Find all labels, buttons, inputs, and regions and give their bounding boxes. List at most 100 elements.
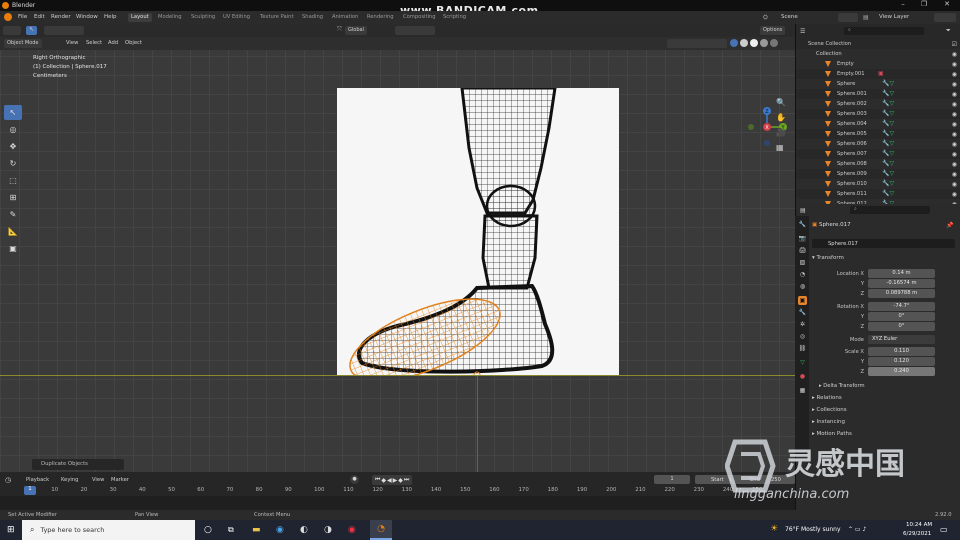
task-view-icon[interactable]: ⧉ (228, 525, 234, 535)
menu-file[interactable]: File (18, 14, 27, 20)
menu-window[interactable]: Window (76, 14, 98, 20)
outliner-search[interactable]: ⌕ (844, 27, 924, 35)
outliner-row[interactable]: Sphere.008 🔧▽ ◉ (796, 159, 960, 169)
tab-scripting[interactable]: Scripting (440, 13, 469, 22)
output-tab-icon[interactable]: 🖨 (798, 246, 807, 255)
visibility-eye-icon[interactable]: ◉ (952, 111, 957, 118)
bandicam-icon[interactable]: ◉ (348, 525, 356, 535)
next-key-icon[interactable]: ◆ (398, 477, 403, 484)
selection-mode-buttons[interactable] (44, 26, 84, 35)
mesh-data-icon[interactable]: 🔧▽ (882, 150, 894, 157)
timeline-body[interactable] (0, 496, 795, 510)
outliner-row[interactable]: Empty ◉ (796, 59, 960, 69)
scene-tab-icon[interactable]: ◔ (798, 270, 807, 279)
location-z-field[interactable]: 0.089788 m (868, 289, 935, 298)
close-button[interactable]: ✕ (937, 0, 957, 8)
select-box-tool-icon[interactable]: ↖ (4, 105, 22, 120)
outliner-scene-collection[interactable]: Scene Collection ☑ (796, 39, 960, 49)
cursor-tool-icon[interactable]: ◎ (4, 122, 22, 137)
visibility-eye-icon[interactable]: ◉ (952, 141, 957, 148)
location-x-field[interactable]: 0.14 m (868, 269, 935, 278)
visibility-eye-icon[interactable]: ◉ (952, 131, 957, 138)
timeline-editor-icon[interactable]: ◷ (5, 476, 11, 484)
modifier-tab-icon[interactable]: 🔧 (798, 308, 807, 317)
outliner-row[interactable]: Sphere.006 🔧▽ ◉ (796, 139, 960, 149)
filter-icon[interactable]: ⏷ (946, 27, 951, 35)
rotate-tool-icon[interactable]: ↻ (4, 156, 22, 171)
maximize-button[interactable]: ❐ (914, 0, 934, 8)
tab-rendering[interactable]: Rendering (364, 13, 397, 22)
properties-search[interactable]: ⌕ (850, 206, 930, 214)
outliner-row[interactable]: Sphere 🔧▽ ◉ (796, 79, 960, 89)
view-layer-buttons[interactable] (934, 13, 956, 22)
world-tab-icon[interactable]: ◍ (798, 282, 807, 291)
play-reverse-icon[interactable]: ◀ (387, 477, 392, 484)
rotation-x-field[interactable]: -74.7° (868, 302, 935, 311)
visibility-eye-icon[interactable]: ◉ (952, 91, 957, 98)
menu-object[interactable]: Object (125, 40, 142, 46)
visibility-eye-icon[interactable]: ◉ (952, 121, 957, 128)
mesh-data-icon[interactable]: 🔧▽ (882, 90, 894, 97)
outliner-row[interactable]: Sphere.007 🔧▽ ◉ (796, 149, 960, 159)
measure-tool-icon[interactable]: 📐 (4, 224, 22, 239)
mesh-data-icon[interactable]: 🔧▽ (882, 170, 894, 177)
mesh-data-icon[interactable]: 🔧▽ (882, 110, 894, 117)
blender-taskbar-icon[interactable]: ◔ (370, 520, 392, 540)
outliner-row[interactable]: Sphere.009 🔧▽ ◉ (796, 169, 960, 179)
mesh-data-icon[interactable]: 🔧▽ (882, 190, 894, 197)
visibility-eye-icon[interactable]: ◉ (952, 151, 957, 158)
menu-playback[interactable]: Playback (26, 477, 49, 483)
solid-shading-icon[interactable] (750, 39, 758, 47)
visibility-eye-icon[interactable]: ◉ (952, 191, 957, 198)
playback-controls[interactable]: ⏮ ◆ ◀ ▶ ◆ ⏭ (372, 475, 413, 485)
play-icon[interactable]: ▶ (393, 477, 398, 484)
outliner-row[interactable]: Sphere.001 🔧▽ ◉ (796, 89, 960, 99)
scale-y-field[interactable]: 0.120 (868, 357, 935, 366)
rotation-z-field[interactable]: 0° (868, 322, 935, 331)
mesh-data-icon[interactable]: 🔧▽ (882, 160, 894, 167)
scene-selector[interactable]: Scene (781, 14, 798, 20)
scale-x-field[interactable]: 0.110 (868, 347, 935, 356)
tab-layout[interactable]: Layout (128, 13, 152, 22)
object-mode-dropdown[interactable]: Object Mode (4, 39, 42, 48)
xray-icon[interactable] (730, 39, 738, 47)
mesh-data-icon[interactable]: 🔧▽ (882, 140, 894, 147)
tab-texture-paint[interactable]: Texture Paint (257, 13, 296, 22)
windows-start-icon[interactable]: ⊞ (7, 525, 15, 535)
material-shading-icon[interactable] (760, 39, 768, 47)
tab-animation[interactable]: Animation (329, 13, 361, 22)
visibility-eye-icon[interactable]: ◉ (952, 161, 957, 168)
camera-view-icon[interactable]: 🎥 (776, 128, 786, 137)
menu-render[interactable]: Render (51, 14, 71, 20)
instancing-panel[interactable]: ▸ Instancing (812, 419, 845, 425)
zoom-icon[interactable]: 🔍 (776, 98, 786, 107)
scale-tool-icon[interactable]: ⬚ (4, 173, 22, 188)
tray-icons[interactable]: ⌃ ▭ ♪ (848, 526, 866, 533)
options-dropdown[interactable]: Options (760, 26, 786, 35)
outliner-row[interactable]: Sphere.003 🔧▽ ◉ (796, 109, 960, 119)
object-name-field[interactable]: Sphere.017 (812, 239, 955, 248)
outliner-row[interactable]: Sphere.004 🔧▽ ◉ (796, 119, 960, 129)
visibility-eye-icon[interactable]: ◉ (952, 61, 957, 68)
weather-text[interactable]: 76°F Mostly sunny (785, 526, 841, 533)
rendered-shading-icon[interactable] (770, 39, 778, 47)
overlay-gizmo-buttons[interactable] (667, 39, 727, 48)
playhead[interactable]: 1 (24, 486, 36, 495)
material-tab-icon[interactable]: ● (798, 372, 807, 381)
rotation-mode-dropdown[interactable]: XYZ Euler (868, 335, 935, 344)
menu-timeline-view[interactable]: View (92, 477, 104, 483)
menu-marker[interactable]: Marker (111, 477, 129, 483)
outliner-row[interactable]: Sphere.010 🔧▽ ◉ (796, 179, 960, 189)
3d-viewport[interactable]: Right Orthographic (1) Collection | Sphe… (0, 50, 795, 522)
visibility-eye-icon[interactable]: ◉ (952, 71, 957, 78)
mesh-data-icon[interactable]: 🔧▽ (882, 80, 894, 87)
cortana-icon[interactable]: ○ (204, 525, 212, 535)
menu-add[interactable]: Add (108, 40, 118, 46)
tab-shading[interactable]: Shading (299, 13, 326, 22)
move-tool-icon[interactable]: ✥ (4, 139, 22, 154)
outliner-row[interactable]: Empty.001 ▣ ◉ (796, 69, 960, 79)
scene-buttons[interactable] (838, 13, 858, 22)
timeline-ruler[interactable] (0, 486, 795, 496)
annotate-tool-icon[interactable]: ✎ (4, 207, 22, 222)
transform-tool-icon[interactable]: ⊞ (4, 190, 22, 205)
